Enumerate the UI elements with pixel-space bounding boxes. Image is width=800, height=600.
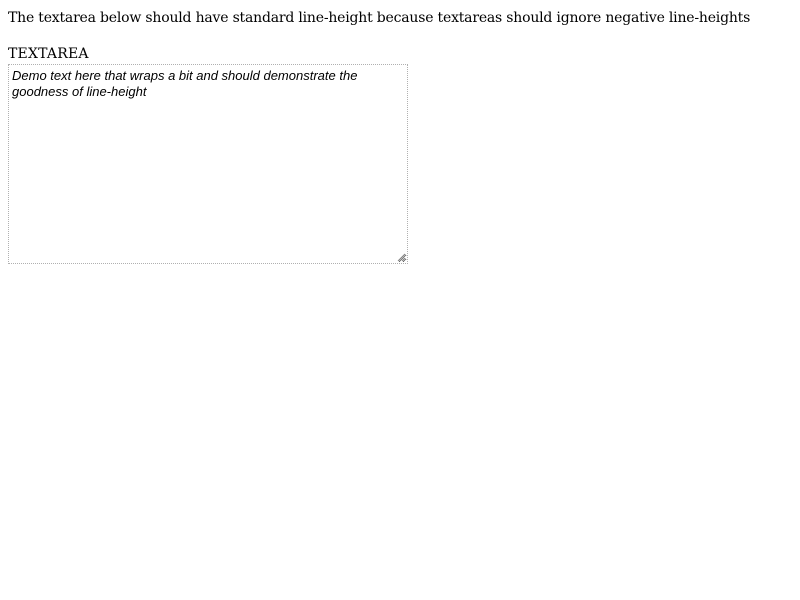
page: The textarea below should have standard … bbox=[0, 0, 800, 600]
resize-grip-icon[interactable] bbox=[397, 253, 406, 262]
demo-textarea[interactable] bbox=[8, 64, 408, 264]
intro-text: The textarea below should have standard … bbox=[8, 10, 751, 26]
textarea-label: TEXTAREA bbox=[8, 46, 89, 62]
